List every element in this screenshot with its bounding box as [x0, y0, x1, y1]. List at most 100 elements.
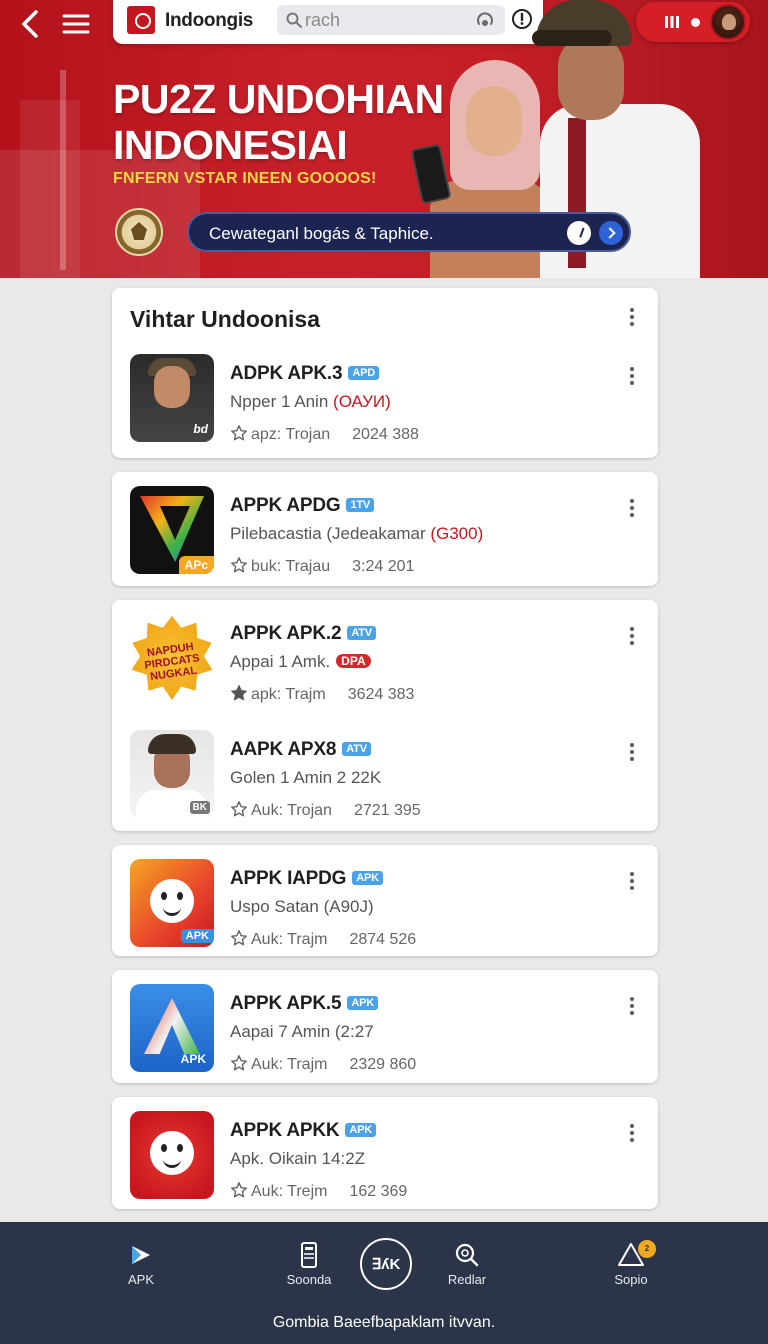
more-options-icon[interactable] [628, 365, 636, 387]
nav-item-sopio[interactable]: 2 Sopio [586, 1240, 676, 1296]
app-name: APPK APDG 1TV [230, 495, 375, 517]
app-list-item[interactable]: bd ADPK APK.3 APD Npper 1 Anin (ОАУИ) apz… [112, 354, 658, 464]
nav-label: Redlar [447, 1272, 487, 1287]
app-name: APPK IAPDG APK [230, 868, 383, 890]
hero-search-pill[interactable]: Cewateganl bogás & Taphice. [187, 212, 631, 252]
star-outline-icon[interactable] [230, 929, 248, 947]
star-outline-icon[interactable] [230, 800, 248, 818]
back-arrow-icon[interactable] [14, 6, 50, 42]
app-badge: APK [345, 1123, 377, 1137]
brand-logo-icon[interactable] [127, 6, 155, 34]
avatar[interactable] [710, 4, 746, 40]
more-options-icon[interactable] [628, 741, 636, 763]
phone-icon [301, 1242, 317, 1268]
app-badge: APK [352, 871, 383, 885]
app-name: APPK APK.2 ATV [230, 623, 376, 645]
app-card: APK APPK IAPDG APK Uspo Satan (A90J) Auk:… [112, 845, 658, 956]
app-name: AAPK APX8 ATV [230, 739, 371, 761]
app-meta: Auk: Trojan 2721 395 [230, 800, 421, 820]
brand-name: Indoongis [165, 10, 254, 31]
search-field[interactable] [277, 5, 505, 35]
app-description: Uspo Satan (A90J) [230, 897, 374, 916]
app-description: Aapai 7 Amin (2:27 [230, 1022, 374, 1041]
app-card: APc APPK APDG 1TV Pilebacastia (Jedeakama… [112, 472, 658, 586]
phone-icon [410, 143, 452, 205]
more-options-icon[interactable] [628, 497, 636, 519]
app-badge: ATV [347, 626, 376, 640]
nav-label: Soonda [286, 1272, 332, 1287]
top-search-bar: Indoongis [113, 0, 543, 44]
app-description: Appai 1 Amk. DPA [230, 652, 371, 672]
more-options-icon[interactable] [628, 870, 636, 892]
hero-search-text: Cewateganl bogás & Taphice. [209, 224, 434, 243]
app-list-item[interactable]: APc APPK APDG 1TV Pilebacastia (Jedeakama… [112, 486, 658, 596]
search-icon [286, 12, 302, 28]
section-title: Vihtar Undoonisa [130, 306, 320, 332]
garuda-emblem-icon [115, 208, 163, 256]
center-logo-label: ∃ʎK [371, 1256, 401, 1273]
notification-badge: 2 [638, 1240, 656, 1258]
smiley-red-icon [130, 1111, 214, 1199]
smiley-orange-icon: APK [130, 859, 214, 947]
star-outline-icon[interactable] [230, 556, 248, 574]
app-meta: Auk: Trejm 162 369 [230, 1181, 407, 1201]
app-list-item[interactable]: BK AAPK APX8 ATV Golen 1 Amin 2 22K Auk: … [112, 730, 658, 840]
star-outline-icon[interactable] [230, 1054, 248, 1072]
search-icon [455, 1243, 479, 1267]
nav-item-apk[interactable]: APK [96, 1240, 186, 1296]
star-filled-icon[interactable] [230, 684, 248, 702]
man-portrait-icon: bd [130, 354, 214, 442]
nav-item-soonda[interactable]: Soonda [264, 1240, 354, 1296]
more-options-icon[interactable] [628, 625, 636, 647]
app-list-item[interactable]: APK APPK IAPDG APK Uspo Satan (A90J) Auk:… [112, 859, 658, 969]
app-badge: 1TV [346, 498, 375, 512]
letter-a-icon: APK [130, 984, 214, 1072]
app-meta: apk: Trajm 3624 383 [230, 684, 414, 704]
search-input[interactable] [305, 8, 465, 32]
app-card: APPK APKK APK Apk. Oikain 14:2Z Auk: Trej… [112, 1097, 658, 1209]
app-badge: APK [347, 996, 378, 1010]
voice-search-icon[interactable] [567, 221, 591, 245]
app-list-item[interactable]: NAPDUH PIRDCATS NUGKAL APPK APK.2 ATV App… [112, 614, 658, 724]
star-outline-icon[interactable] [230, 1181, 248, 1199]
tower-backdrop [20, 100, 80, 278]
microphone-icon[interactable] [475, 10, 495, 30]
hero-banner: Indoongis PU2Z UNDOHIAN INDONESIAI FNFER… [0, 0, 768, 278]
app-name: APPK APK.5 APK [230, 993, 378, 1015]
more-options-icon[interactable] [628, 995, 636, 1017]
nav-label: Sopio [614, 1272, 648, 1287]
nav-item-redlar[interactable]: Redlar [422, 1240, 512, 1296]
app-card: APK APPK APK.5 APK Aapai 7 Amin (2:27 Auk… [112, 970, 658, 1083]
more-options-icon[interactable] [628, 1122, 636, 1144]
officer-portrait-icon: BK [130, 730, 214, 818]
section-card: Vihtar Undoonisa bd ADPK APK.3 APD Npper … [112, 288, 658, 458]
footer-text: Gombia Baeefbapaklam itvvan. [272, 1314, 496, 1331]
bottom-navigation: APK Soonda ∃ʎK Redlar 2 Sopio Gombia Bae… [0, 1222, 768, 1344]
app-list-item[interactable]: APPK APKK APK Apk. Oikain 14:2Z Auk: Trej… [112, 1111, 658, 1221]
play-triangle-icon: APc [130, 486, 214, 574]
starburst-badge-icon: NAPDUH PIRDCATS NUGKAL [130, 614, 214, 702]
app-name: ADPK APK.3 APD [230, 363, 379, 385]
app-meta: apz: Trojan 2024 388 [230, 424, 419, 444]
app-card: NAPDUH PIRDCATS NUGKAL APPK APK.2 ATV App… [112, 600, 658, 831]
flagpole [60, 70, 66, 270]
section-more-icon[interactable] [628, 306, 636, 328]
app-meta: Auk: Trajm 2329 860 [230, 1054, 416, 1074]
hamburger-menu-icon[interactable] [60, 8, 92, 40]
hero-title-line-1: PU2Z UNDOHIAN [113, 76, 444, 122]
app-description: Golen 1 Amin 2 22K [230, 768, 382, 787]
hero-title-line-2: INDONESIAI [113, 122, 348, 168]
app-badge: APD [348, 366, 379, 380]
hero-title: PU2Z UNDOHIAN INDONESIAI [113, 76, 444, 168]
chevron-right-icon[interactable] [599, 221, 623, 245]
app-list-item[interactable]: APK APPK APK.5 APK Aapai 7 Amin (2:27 Auk… [112, 984, 658, 1094]
app-meta: buk: Trajau 3:24 201 [230, 556, 414, 576]
app-badge: ATV [342, 742, 371, 756]
app-description: Apk. Oikain 14:2Z [230, 1149, 366, 1168]
nav-label: APK [127, 1272, 154, 1287]
app-description: Pilebacastia (Jedeakamar (G300) [230, 524, 484, 543]
app-description: Npper 1 Anin (ОАУИ) [230, 392, 391, 411]
center-logo-icon[interactable]: ∃ʎK [360, 1238, 412, 1290]
apk-logo-icon [132, 1246, 150, 1264]
star-outline-icon[interactable] [230, 424, 248, 442]
